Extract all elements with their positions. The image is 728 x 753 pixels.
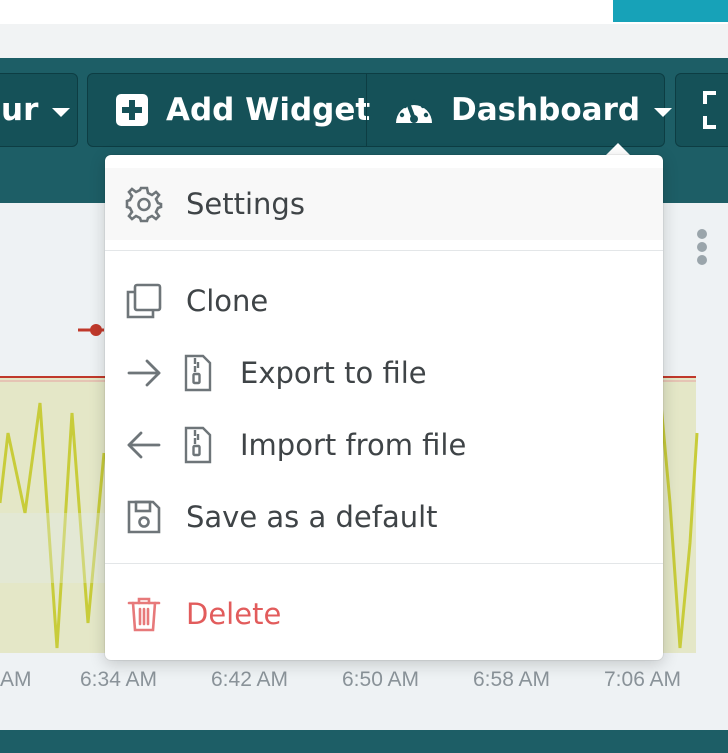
menu-separator	[105, 563, 663, 564]
import-label: Import from file	[240, 428, 467, 462]
arrow-right-icon	[127, 359, 161, 387]
x-tick-label: AM	[0, 668, 32, 691]
menu-separator	[105, 250, 663, 251]
settings-label: Settings	[186, 187, 305, 221]
delete-label: Delete	[186, 597, 282, 631]
floppy-disk-icon	[127, 500, 161, 534]
search-bar[interactable]	[0, 0, 728, 25]
chevron-down-icon	[52, 107, 71, 117]
toolbar-spacer	[0, 24, 728, 58]
dashboard-label: Dashboard	[451, 92, 641, 128]
time-range-dropdown[interactable]: ur	[0, 73, 78, 147]
fullscreen-button[interactable]	[675, 73, 728, 147]
chart-gap-band	[0, 513, 105, 583]
trash-icon	[127, 597, 161, 632]
add-widget-label: Add Widget	[166, 92, 371, 128]
save-default-label: Save as a default	[186, 500, 438, 534]
zip-file-icon	[184, 426, 212, 464]
dashboard-button-group: Add Widget Dashboard	[87, 73, 673, 147]
menu-item-settings[interactable]: Settings	[105, 168, 663, 240]
footer-bar	[0, 730, 728, 753]
x-tick-label: 6:34 AM	[80, 668, 158, 691]
time-range-label: ur	[1, 92, 39, 128]
menu-item-delete[interactable]: Delete	[105, 578, 663, 650]
zip-file-icon	[184, 354, 212, 392]
expand-icon	[703, 91, 716, 129]
x-tick-label: 6:42 AM	[211, 668, 289, 691]
legend-marker-dot	[90, 324, 102, 336]
dropdown-arrow	[606, 143, 630, 155]
clone-icon	[126, 283, 162, 319]
export-label: Export to file	[240, 356, 427, 390]
clone-label: Clone	[186, 284, 269, 318]
search-submit-button[interactable]	[613, 0, 728, 22]
x-tick-label: 6:50 AM	[342, 668, 420, 691]
menu-item-clone[interactable]: Clone	[105, 265, 663, 337]
chevron-down-icon	[654, 107, 673, 117]
gear-icon	[125, 186, 163, 223]
menu-item-import[interactable]: Import from file	[105, 409, 663, 481]
x-tick-label: 7:06 AM	[604, 668, 682, 691]
dashboard-dropdown-menu: Settings Clone Export to file Import fro…	[105, 155, 663, 660]
menu-item-save-default[interactable]: Save as a default	[105, 481, 663, 553]
x-tick-label: 6:58 AM	[473, 668, 551, 691]
button-divider	[366, 74, 367, 146]
arrow-left-icon	[127, 431, 161, 459]
add-widget-button[interactable]: Add Widget	[115, 74, 370, 146]
plus-square-icon	[116, 94, 148, 126]
dashboard-menu-button[interactable]: Dashboard	[393, 74, 673, 146]
menu-item-export[interactable]: Export to file	[105, 337, 663, 409]
gauge-icon	[396, 99, 432, 123]
